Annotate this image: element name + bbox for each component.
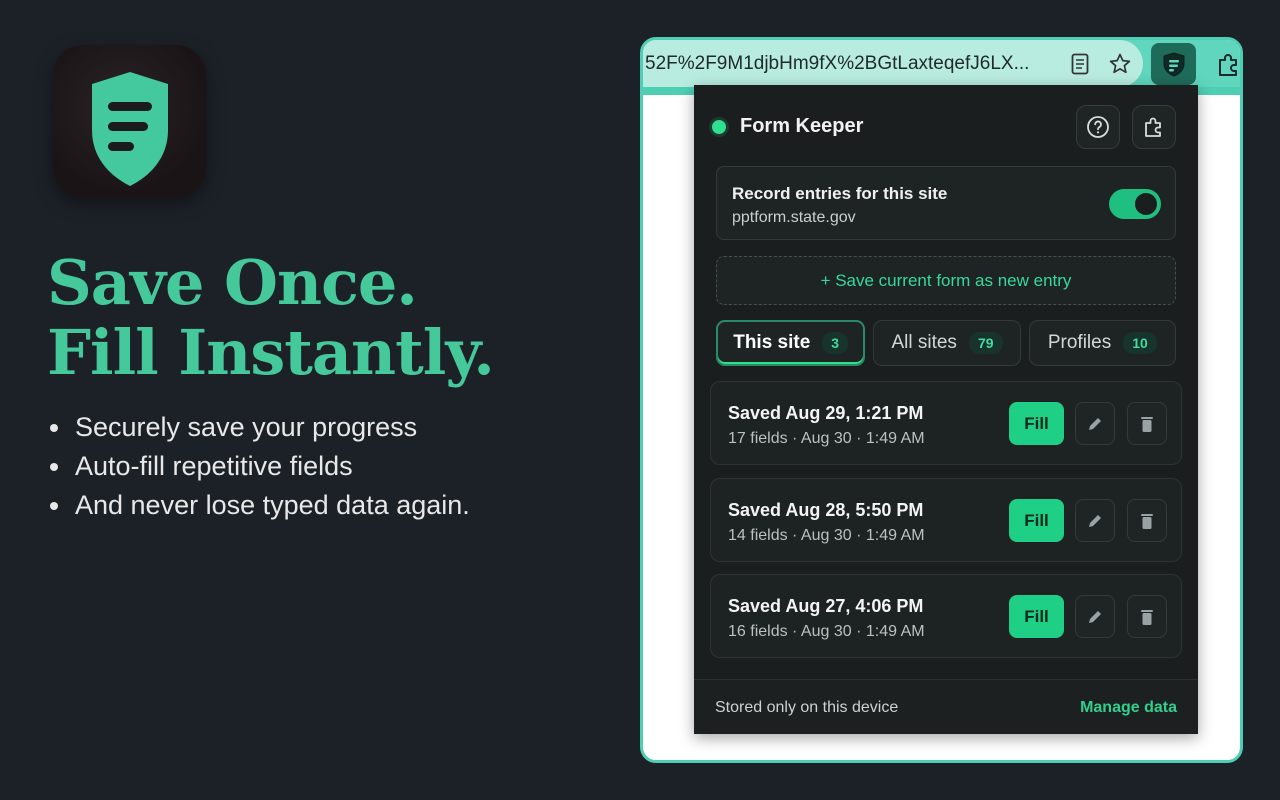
entry-title: Saved Aug 27, 4:06 PM	[728, 596, 924, 616]
tab-label: All sites	[891, 332, 957, 353]
record-toggle-card: Record entries for this site pptform.sta…	[716, 166, 1176, 240]
entry-meta: 16 fields · Aug 30 · 1:49 AM	[728, 623, 925, 640]
tab-profiles[interactable]: Profiles 10	[1028, 320, 1176, 366]
help-button[interactable]	[1076, 105, 1120, 149]
record-site: pptform.state.gov	[732, 209, 856, 226]
pencil-icon	[1089, 610, 1101, 623]
entry-meta: 17 fields · Aug 30 · 1:49 AM	[728, 430, 925, 447]
address-bar[interactable]: 52F%2F9M1djbHm9fX%2BGtLaxteqefJ6LX...	[643, 40, 1143, 87]
entry-title: Saved Aug 28, 5:50 PM	[728, 500, 924, 520]
delete-button[interactable]	[1127, 595, 1167, 638]
headline: Save Once. Fill Instantly.	[47, 246, 495, 389]
tab-this-site[interactable]: This site 3	[716, 320, 866, 366]
headline-line-1: Save Once.	[47, 246, 418, 319]
edit-button[interactable]	[1075, 595, 1115, 638]
tab-all-sites[interactable]: All sites 79	[873, 320, 1021, 366]
extensions-button[interactable]	[1132, 105, 1176, 149]
manage-data-link[interactable]: Manage data	[1080, 699, 1177, 717]
delete-button[interactable]	[1127, 402, 1167, 445]
record-toggle[interactable]	[1109, 189, 1161, 219]
browser-window: 52F%2F9M1djbHm9fX%2BGtLaxteqefJ6LX... Fo…	[640, 37, 1243, 763]
edit-button[interactable]	[1075, 402, 1115, 445]
bullet-icon	[50, 462, 58, 471]
trash-icon	[1141, 416, 1153, 432]
tab-bar: This site 3 All sites 79 Profiles 10	[716, 320, 1176, 366]
tab-count-badge: 79	[968, 332, 1003, 354]
saved-entry: Saved Aug 27, 4:06 PM 16 fields · Aug 30…	[710, 574, 1182, 658]
saved-entry: Saved Aug 29, 1:21 PM 17 fields · Aug 30…	[710, 381, 1182, 465]
shield-form-icon	[92, 72, 168, 186]
trash-icon	[1141, 609, 1153, 625]
bullet-icon	[50, 423, 58, 432]
headline-line-2: Fill Instantly.	[47, 316, 495, 389]
tab-count-badge: 3	[822, 332, 849, 354]
entry-title: Saved Aug 29, 1:21 PM	[728, 403, 924, 423]
feature-item: Securely save your progress	[50, 408, 470, 447]
help-icon	[1087, 116, 1109, 138]
entry-meta: 14 fields · Aug 30 · 1:49 AM	[728, 527, 925, 544]
feature-text: Securely save your progress	[75, 412, 418, 442]
star-icon[interactable]	[1105, 49, 1135, 79]
saved-entry: Saved Aug 28, 5:50 PM 14 fields · Aug 30…	[710, 478, 1182, 562]
delete-button[interactable]	[1127, 499, 1167, 542]
fill-button[interactable]: Fill	[1009, 499, 1064, 542]
pencil-icon	[1089, 514, 1101, 527]
save-form-button[interactable]: + Save current form as new entry	[716, 256, 1176, 305]
feature-item: And never lose typed data again.	[50, 486, 470, 525]
feature-text: And never lose typed data again.	[75, 490, 470, 520]
form-keeper-extension-icon[interactable]	[1151, 43, 1196, 85]
trash-icon	[1141, 513, 1153, 529]
edit-button[interactable]	[1075, 499, 1115, 542]
fill-button[interactable]: Fill	[1009, 402, 1064, 445]
app-logo	[53, 45, 206, 198]
storage-note: Stored only on this device	[715, 699, 899, 716]
feature-text: Auto-fill repetitive fields	[75, 451, 353, 481]
feature-list: Securely save your progress Auto-fill re…	[50, 408, 470, 525]
extension-popup: Form Keeper Record entries for this site…	[694, 85, 1198, 734]
url-text[interactable]: 52F%2F9M1djbHm9fX%2BGtLaxteqefJ6LX...	[645, 53, 1040, 75]
toggle-knob	[1135, 193, 1157, 215]
reader-mode-icon[interactable]	[1065, 49, 1095, 79]
tab-label: Profiles	[1047, 332, 1112, 353]
status-indicator-icon	[712, 119, 726, 134]
tab-count-badge: 10	[1123, 332, 1157, 354]
puzzle-icon	[1145, 117, 1161, 137]
pencil-icon	[1089, 417, 1101, 430]
popup-footer: Stored only on this device Manage data	[694, 679, 1198, 734]
browser-toolbar: 52F%2F9M1djbHm9fX%2BGtLaxteqefJ6LX...	[643, 40, 1240, 90]
tab-label: This site	[733, 332, 811, 353]
feature-item: Auto-fill repetitive fields	[50, 447, 470, 486]
popup-title: Form Keeper	[740, 115, 864, 137]
popup-header: Form Keeper	[712, 115, 863, 138]
bullet-icon	[50, 501, 58, 510]
puzzle-icon[interactable]	[1213, 49, 1240, 79]
record-title: Record entries for this site	[732, 184, 948, 203]
fill-button[interactable]: Fill	[1009, 595, 1064, 638]
